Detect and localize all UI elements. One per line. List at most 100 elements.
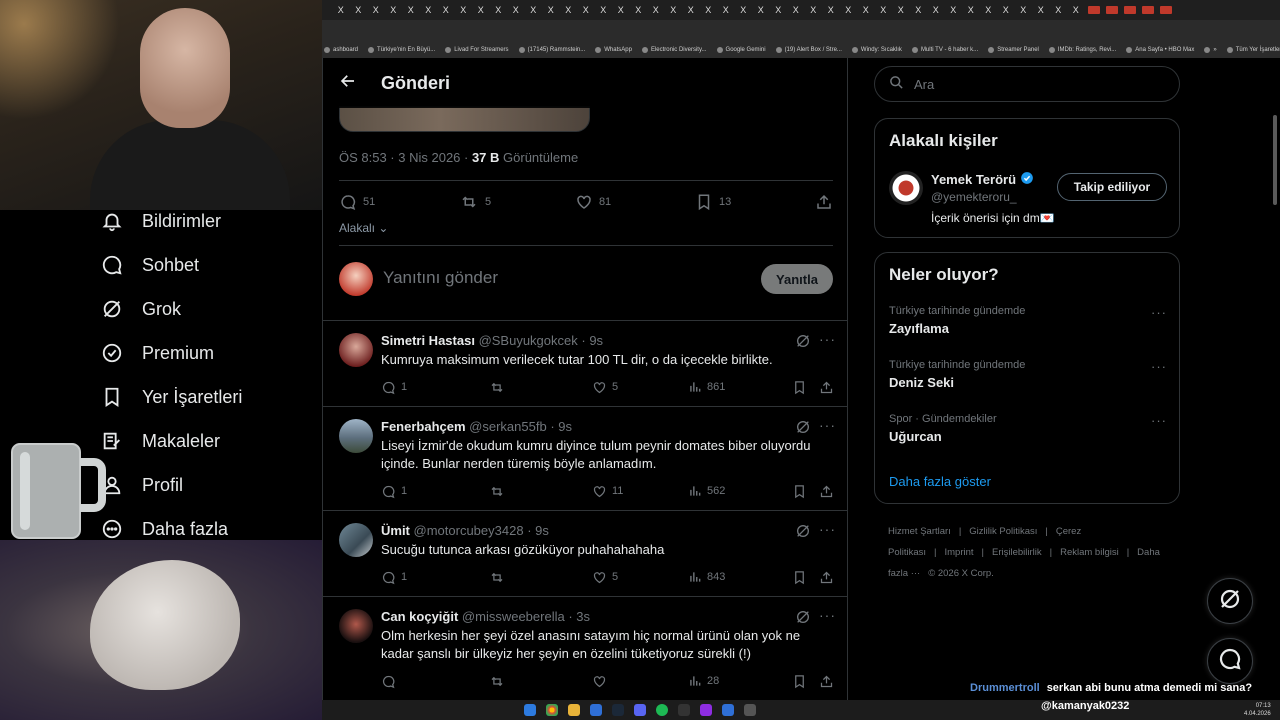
scrollbar-thumb[interactable] — [1273, 115, 1277, 205]
repost-button[interactable]: 5 — [459, 193, 491, 211]
browser-tab[interactable]: X — [542, 5, 560, 15]
browser-tab[interactable]: X — [927, 5, 945, 15]
more-options-icon[interactable]: ··· — [1151, 359, 1167, 374]
browser-tab[interactable]: X — [595, 5, 613, 15]
trend-item[interactable]: Spor · Gündemdekiler Uğurcan ··· — [889, 413, 1167, 444]
bookmark-button[interactable] — [792, 484, 819, 499]
more-options-icon[interactable]: ··· — [819, 417, 836, 433]
reply-time[interactable]: · 9s — [550, 419, 572, 434]
browser-tab[interactable]: X — [770, 5, 788, 15]
browser-tab[interactable]: X — [717, 5, 735, 15]
browser-tab[interactable]: X — [437, 5, 455, 15]
browser-tab[interactable]: X — [1050, 5, 1068, 15]
author-name[interactable]: Fenerbahçem — [381, 419, 466, 434]
post-timestamp[interactable]: ÖS 8:53 · 3 Nis 2026 · — [339, 150, 472, 165]
bookmark-item[interactable]: » — [1204, 47, 1217, 53]
browser-tab[interactable]: X — [577, 5, 595, 15]
address-bar[interactable] — [322, 20, 1280, 42]
bookmark-item[interactable]: WhatsApp — [595, 47, 632, 53]
browser-tab[interactable] — [1087, 6, 1100, 14]
bookmark-item[interactable]: Tüm Yer İşaretleri — [1226, 47, 1280, 53]
browser-tab[interactable]: X — [752, 5, 770, 15]
nav-item-profile[interactable]: Profil — [100, 470, 183, 500]
more-options-icon[interactable]: ··· — [1151, 413, 1167, 428]
share-button[interactable] — [819, 484, 834, 499]
bookmark-button[interactable] — [792, 674, 819, 689]
footer-link[interactable]: Hizmet Şartları — [888, 526, 951, 537]
app-icon[interactable] — [700, 704, 712, 716]
bookmark-item[interactable]: Türkiye'nin En Büyü... — [368, 47, 435, 53]
discord-icon[interactable] — [634, 704, 646, 716]
browser-tab[interactable]: X — [892, 5, 910, 15]
browser-tab[interactable]: X — [332, 5, 350, 15]
footer-link[interactable]: Reklam bilgisi — [1060, 547, 1119, 558]
bookmark-item[interactable]: Google Gemini — [716, 47, 766, 53]
repost-button[interactable] — [489, 484, 592, 499]
footer-link[interactable]: © 2026 X Corp. — [928, 568, 994, 579]
browser-tab[interactable]: X — [980, 5, 998, 15]
browser-tab[interactable]: X — [840, 5, 858, 15]
avatar[interactable] — [889, 171, 923, 205]
browser-tab[interactable]: X — [910, 5, 928, 15]
views-button[interactable]: 562 — [688, 484, 792, 498]
start-icon[interactable] — [524, 704, 536, 716]
more-options-icon[interactable]: ··· — [819, 521, 836, 537]
folder-icon[interactable] — [568, 704, 580, 716]
browser-tab[interactable]: X — [700, 5, 718, 15]
browser-tab[interactable]: X — [455, 5, 473, 15]
post-media-image[interactable] — [339, 106, 590, 132]
author-name[interactable]: Can koçyiğit — [381, 609, 458, 624]
like-button[interactable]: 5 — [592, 570, 688, 585]
bookmark-item[interactable]: IMDb: Ratings, Revi... — [1048, 47, 1116, 53]
browser-tab[interactable]: X — [385, 5, 403, 15]
like-button[interactable] — [592, 674, 688, 689]
following-button[interactable]: Takip ediliyor — [1057, 173, 1167, 201]
browser-tab[interactable]: X — [857, 5, 875, 15]
chrome-icon[interactable] — [546, 704, 558, 716]
bookmark-item[interactable]: Multi TV - 6 haber k... — [911, 47, 978, 53]
browser-tab[interactable]: X — [420, 5, 438, 15]
browser-tab[interactable]: X — [805, 5, 823, 15]
bookmark-item[interactable]: Windy: Sıcaklık — [851, 47, 902, 53]
browser-tab[interactable]: X — [647, 5, 665, 15]
browser-tab[interactable]: X — [735, 5, 753, 15]
views-button[interactable]: 28 — [688, 674, 792, 688]
person-handle[interactable]: @yemekteroru_ — [931, 190, 1017, 204]
spotify-icon[interactable] — [656, 704, 668, 716]
back-arrow-icon[interactable] — [339, 72, 357, 95]
app-icon[interactable] — [744, 704, 756, 716]
reply-item[interactable]: Fenerbahçem @serkan55fb · 9s ··· Liseyi … — [323, 407, 847, 511]
browser-tab[interactable]: X — [997, 5, 1015, 15]
nav-item-grok[interactable]: Grok — [100, 294, 181, 324]
browser-tab[interactable]: X — [875, 5, 893, 15]
reply-item[interactable]: Ümit @motorcubey3428 · 9s ··· Sucuğu tut… — [323, 511, 847, 597]
repost-button[interactable] — [489, 674, 592, 689]
bookmark-button[interactable]: 13 — [695, 193, 731, 211]
browser-tab[interactable]: X — [945, 5, 963, 15]
nav-item-articles[interactable]: Makaleler — [100, 426, 220, 456]
system-clock[interactable]: 07:13 4.04.2026 — [1244, 702, 1271, 718]
reply-input[interactable]: Yanıtını gönder — [383, 268, 498, 288]
reply-button[interactable]: 1 — [381, 570, 489, 585]
browser-tab[interactable]: X — [787, 5, 805, 15]
bookmark-item[interactable]: Ana Sayfa • HBO Max — [1126, 47, 1194, 53]
browser-tab[interactable]: X — [612, 5, 630, 15]
avatar[interactable] — [339, 262, 373, 296]
browser-tab[interactable]: X — [490, 5, 508, 15]
grok-icon[interactable] — [795, 333, 811, 349]
browser-tab[interactable] — [1123, 6, 1136, 14]
page-scrollbar[interactable] — [1273, 60, 1278, 680]
trend-item[interactable]: Türkiye tarihinde gündemde Zayıflama ··· — [889, 305, 1167, 336]
like-button[interactable]: 5 — [592, 380, 688, 395]
nav-item-premium[interactable]: Premium — [100, 338, 214, 368]
browser-tab[interactable] — [1159, 6, 1172, 14]
reply-time[interactable]: · 9s — [581, 333, 603, 348]
bookmark-button[interactable] — [792, 570, 819, 585]
grok-icon[interactable] — [795, 609, 811, 625]
app-icon[interactable] — [590, 704, 602, 716]
messages-fab-button[interactable] — [1207, 638, 1253, 684]
bookmark-item[interactable]: Livad For Streamers — [445, 47, 509, 53]
browser-tab[interactable]: X — [665, 5, 683, 15]
browser-tab[interactable]: X — [822, 5, 840, 15]
browser-tab[interactable]: X — [962, 5, 980, 15]
